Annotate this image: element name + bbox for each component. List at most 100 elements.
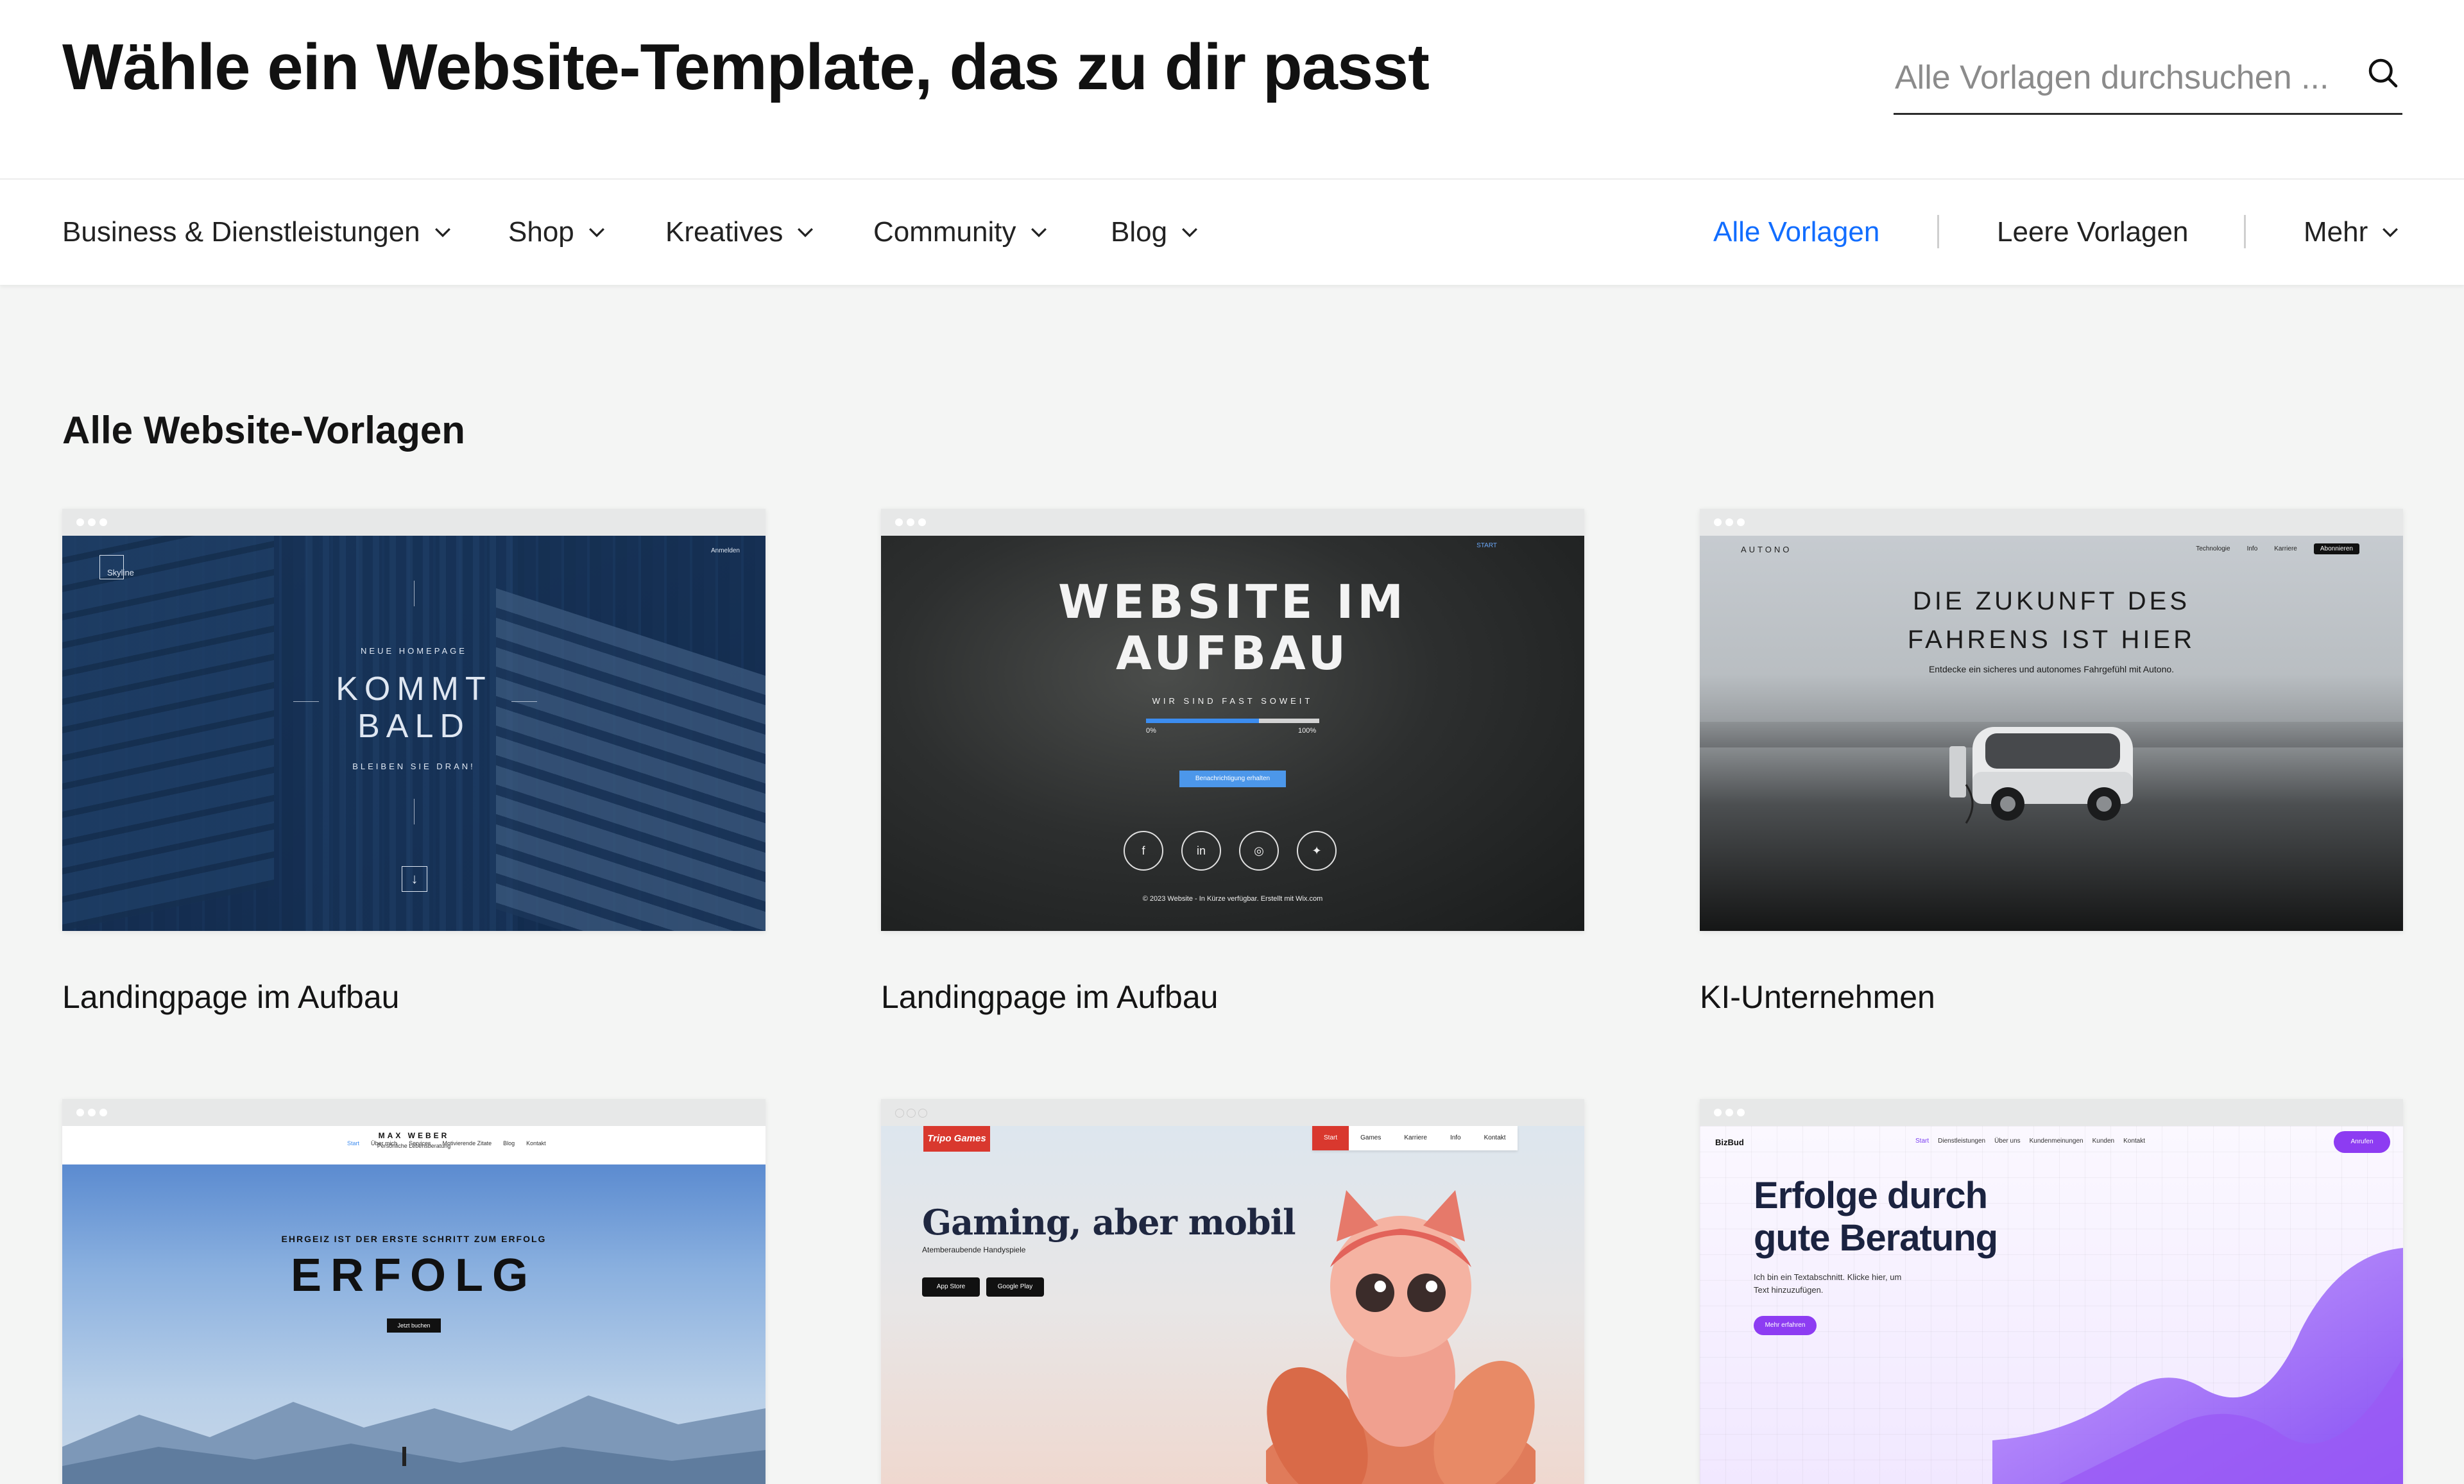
preview-headline-line2: AUFBAU bbox=[1115, 626, 1349, 680]
chevron-down-icon bbox=[434, 228, 450, 237]
template-preview[interactable]: START WEBSITE IM AUFBAU WIR SIND FAST SO… bbox=[881, 509, 1584, 931]
preview-headline-line1: KOMMT bbox=[336, 670, 492, 708]
preview-nav-item: Start bbox=[1312, 1126, 1349, 1150]
window-dot bbox=[918, 1109, 927, 1118]
preview-subtitle: BLEIBEN SIE DRAN! bbox=[352, 762, 475, 771]
window-dot bbox=[907, 518, 914, 526]
nav-kreatives[interactable]: Kreatives bbox=[665, 180, 815, 285]
preview-more-button: Mehr erfahren bbox=[1754, 1316, 1817, 1335]
template-card[interactable]: Tripo Games Start Games Karriere Info Ko… bbox=[881, 1099, 1584, 1484]
window-dot bbox=[76, 518, 84, 526]
progress-end-label: 100% bbox=[1298, 727, 1317, 735]
template-title[interactable]: KI-Unternehmen bbox=[1700, 978, 1935, 1016]
preview-image-mountains: MAX WEBER Persönliche Lebensberatung Sta… bbox=[62, 1126, 766, 1484]
preview-menu: Anmelden bbox=[710, 547, 740, 554]
window-dot bbox=[1714, 518, 1722, 526]
template-preview[interactable]: AUTONO Technologie Info Karriere Abonnie… bbox=[1700, 509, 2403, 931]
instagram-icon: ◎ bbox=[1239, 831, 1279, 871]
linkedin-icon: in bbox=[1181, 831, 1221, 871]
preview-nav-item: Kunden bbox=[2092, 1138, 2115, 1145]
window-dot bbox=[1737, 518, 1745, 526]
nav-divider bbox=[1937, 215, 1939, 248]
wave-graphic bbox=[1992, 1248, 2403, 1484]
preview-nav-item: Info bbox=[2246, 545, 2258, 552]
progress-fill bbox=[1146, 719, 1259, 723]
preview-nav-item: Games bbox=[1360, 1134, 1382, 1141]
preview-nav-item: Karriere bbox=[1404, 1134, 1427, 1141]
browser-chrome bbox=[62, 509, 766, 536]
window-dot bbox=[88, 1109, 96, 1116]
preview-nav-item: Motivierende Zitate bbox=[442, 1140, 492, 1147]
template-card[interactable]: START WEBSITE IM AUFBAU WIR SIND FAST SO… bbox=[881, 509, 1584, 1015]
preview-nav-item: Über mich bbox=[371, 1140, 398, 1147]
preview-nav-item: Start bbox=[1915, 1138, 1929, 1145]
window-dot bbox=[99, 1109, 107, 1116]
progress-bar bbox=[1146, 719, 1319, 723]
section-title: Alle Website-Vorlagen bbox=[62, 409, 465, 452]
nav-business[interactable]: Business & Dienstleistungen bbox=[62, 180, 452, 285]
nav-all-templates[interactable]: Alle Vorlagen bbox=[1713, 180, 1879, 285]
search-input[interactable] bbox=[1894, 45, 2345, 110]
progress-start-label: 0% bbox=[1146, 727, 1156, 735]
preview-nav: Start Games Karriere Info Kontakt bbox=[1312, 1126, 1518, 1150]
template-preview[interactable]: MAX WEBER Persönliche Lebensberatung Sta… bbox=[62, 1099, 766, 1484]
nav-blank-templates[interactable]: Leere Vorlagen bbox=[1997, 180, 2188, 285]
preview-nav-item: Über uns bbox=[1994, 1138, 2021, 1145]
app-store-badge: App Store bbox=[922, 1277, 980, 1297]
preview-nav-cta: Abonnieren bbox=[2313, 543, 2359, 554]
preview-logo: Tripo Games bbox=[923, 1126, 990, 1152]
nav-blog[interactable]: Blog bbox=[1111, 180, 1199, 285]
window-dot bbox=[895, 1109, 904, 1118]
template-preview[interactable]: BizBud Start Dienstleistungen Über uns K… bbox=[1700, 1099, 2403, 1484]
chevron-down-icon bbox=[798, 228, 814, 237]
template-card[interactable]: BizBud Start Dienstleistungen Über uns K… bbox=[1700, 1099, 2403, 1484]
nav-kreatives-label: Kreatives bbox=[665, 216, 783, 248]
template-card[interactable]: AUTONO Technologie Info Karriere Abonnie… bbox=[1700, 509, 2403, 1015]
template-card[interactable]: MAX WEBER Persönliche Lebensberatung Sta… bbox=[62, 1099, 766, 1484]
browser-chrome bbox=[1700, 509, 2403, 536]
decorative-ray bbox=[414, 581, 415, 606]
window-dot bbox=[895, 518, 903, 526]
browser-chrome bbox=[881, 509, 1584, 536]
preview-nav-item: Info bbox=[1450, 1134, 1461, 1141]
search-icon[interactable] bbox=[2364, 54, 2402, 92]
nav-community[interactable]: Community bbox=[873, 180, 1048, 285]
preview-headline-line2: BALD bbox=[357, 708, 470, 745]
preview-nav-item: Start bbox=[347, 1140, 360, 1147]
preview-nav-item: Kontakt bbox=[526, 1140, 546, 1147]
preview-pretitle: EHRGEIZ IST DER ERSTE SCHRITT ZUM ERFOLG bbox=[281, 1234, 547, 1244]
top-header: Wähle ein Website-Template, das zu dir p… bbox=[0, 0, 2464, 178]
preview-logo: MAX WEBER bbox=[378, 1131, 450, 1140]
window-dot bbox=[1737, 1109, 1745, 1116]
nav-shop-label: Shop bbox=[508, 216, 574, 248]
template-preview[interactable]: Tripo Games Start Games Karriere Info Ko… bbox=[881, 1099, 1584, 1484]
window-dot bbox=[1725, 1109, 1733, 1116]
template-card[interactable]: Skyline Anmelden NEUE HOMEPAGE KOMMT BAL… bbox=[62, 509, 766, 1015]
preview-nav-item: Kontakt bbox=[1484, 1134, 1506, 1141]
preview-headline-line1: DIE ZUKUNFT DES bbox=[1912, 587, 2191, 615]
template-title[interactable]: Landingpage im Aufbau bbox=[881, 978, 1218, 1016]
browser-chrome bbox=[1700, 1099, 2403, 1126]
nav-more[interactable]: Mehr bbox=[2304, 180, 2400, 285]
preview-headline-line2: gute Beratung bbox=[1754, 1217, 1998, 1259]
preview-notify-button: Benachrichtigung erhalten bbox=[1179, 771, 1286, 787]
preview-logo: BizBud bbox=[1715, 1138, 1744, 1147]
search-bar[interactable] bbox=[1894, 45, 2402, 115]
window-dot bbox=[1725, 518, 1733, 526]
google-play-badge: Google Play bbox=[986, 1277, 1044, 1297]
preview-nav: Start Über mich Services Motivierende Zi… bbox=[347, 1140, 546, 1147]
template-title[interactable]: Landingpage im Aufbau bbox=[62, 978, 399, 1016]
chevron-down-icon bbox=[1031, 228, 1047, 237]
decorative-ray bbox=[414, 799, 415, 824]
chevron-down-icon bbox=[588, 228, 604, 237]
preview-menu: START bbox=[1476, 542, 1497, 549]
preview-logo: Skyline bbox=[107, 568, 134, 577]
nav-more-label: Mehr bbox=[2304, 216, 2368, 248]
preview-subtitle: Entdecke ein sicheres und autonomes Fahr… bbox=[1928, 664, 2175, 674]
preview-logo: AUTONO bbox=[1741, 545, 1792, 554]
preview-nav-item: Services bbox=[409, 1140, 431, 1147]
template-preview[interactable]: Skyline Anmelden NEUE HOMEPAGE KOMMT BAL… bbox=[62, 509, 766, 931]
nav-shop[interactable]: Shop bbox=[508, 180, 606, 285]
window-dot bbox=[99, 518, 107, 526]
preview-headline-line1: WEBSITE IM bbox=[1058, 575, 1407, 629]
